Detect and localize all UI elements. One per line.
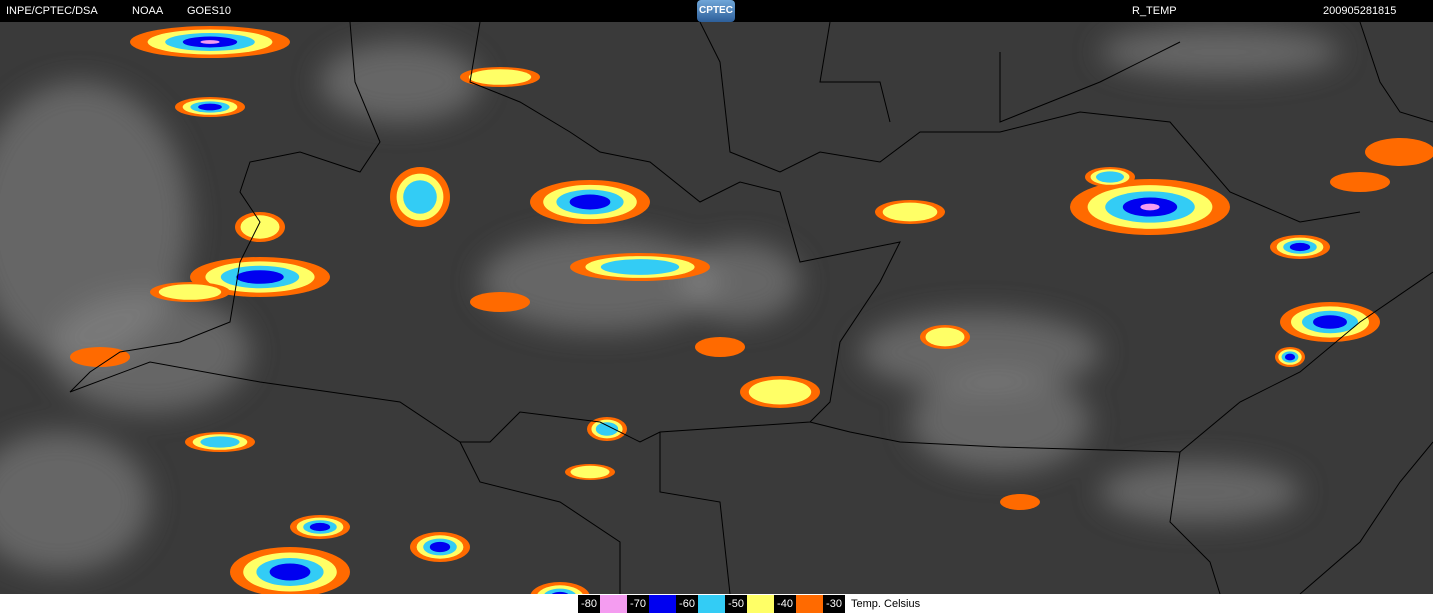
storm-cell — [468, 69, 532, 85]
agency-label: NOAA — [132, 5, 164, 17]
storm-cell — [236, 270, 284, 284]
storm-cell — [1289, 242, 1311, 252]
legend-swatch — [747, 595, 774, 613]
storm-cell — [1140, 203, 1160, 211]
legend-swatch — [649, 595, 676, 613]
storm-cell — [200, 436, 240, 448]
legend-swatch — [600, 595, 627, 613]
storm-cell — [198, 103, 222, 111]
legend-swatch — [698, 595, 725, 613]
legend-label: -30 — [823, 595, 845, 613]
storm-cell — [309, 522, 331, 532]
cloud — [1100, 462, 1300, 522]
storm-cell — [1284, 353, 1296, 361]
header-bar: INPE/CPTEC/DSA NOAA GOES10 CPTEC R_TEMP … — [0, 0, 1433, 22]
storm-cell — [403, 180, 437, 214]
storm-cell — [470, 292, 530, 312]
storm-cell — [1000, 494, 1040, 510]
storm-cell — [158, 284, 222, 300]
storm-cell — [1096, 171, 1124, 183]
legend-label: -60 — [676, 595, 698, 613]
cloud — [680, 242, 800, 322]
storm-cell — [569, 194, 611, 210]
legend-label: -50 — [725, 595, 747, 613]
cloud — [320, 42, 480, 122]
storm-cell — [429, 541, 451, 553]
storm-cell — [200, 40, 220, 44]
satellite-image — [0, 22, 1433, 594]
storm-cell — [240, 215, 280, 239]
storm-cell — [882, 202, 938, 222]
legend-title: Temp. Celsius — [851, 598, 921, 610]
storm-cell — [1313, 315, 1347, 329]
storm-cell — [600, 259, 680, 275]
storm-cell — [70, 347, 130, 367]
timestamp-label: 200905281815 — [1323, 5, 1397, 17]
storm-cell — [1330, 172, 1390, 192]
legend-label: -80 — [578, 595, 600, 613]
legend-label: -70 — [627, 595, 649, 613]
temperature-legend: -80 -70 -60 -50 -40 -30 Temp. Celsius — [578, 595, 920, 613]
legend-label: -40 — [774, 595, 796, 613]
satellite-label: GOES10 — [187, 5, 232, 17]
storm-cell — [925, 327, 965, 347]
storm-cell — [269, 563, 311, 581]
legend-swatch — [796, 595, 823, 613]
cptec-logo: CPTEC — [697, 0, 735, 22]
storm-cell — [1365, 138, 1433, 166]
storm-cell — [695, 337, 745, 357]
storm-cell — [570, 465, 610, 479]
cloud — [1100, 27, 1340, 77]
storm-cell — [748, 379, 812, 405]
product-label: R_TEMP — [1132, 5, 1177, 17]
cloud — [910, 372, 1090, 472]
source-label: INPE/CPTEC/DSA — [6, 5, 98, 17]
